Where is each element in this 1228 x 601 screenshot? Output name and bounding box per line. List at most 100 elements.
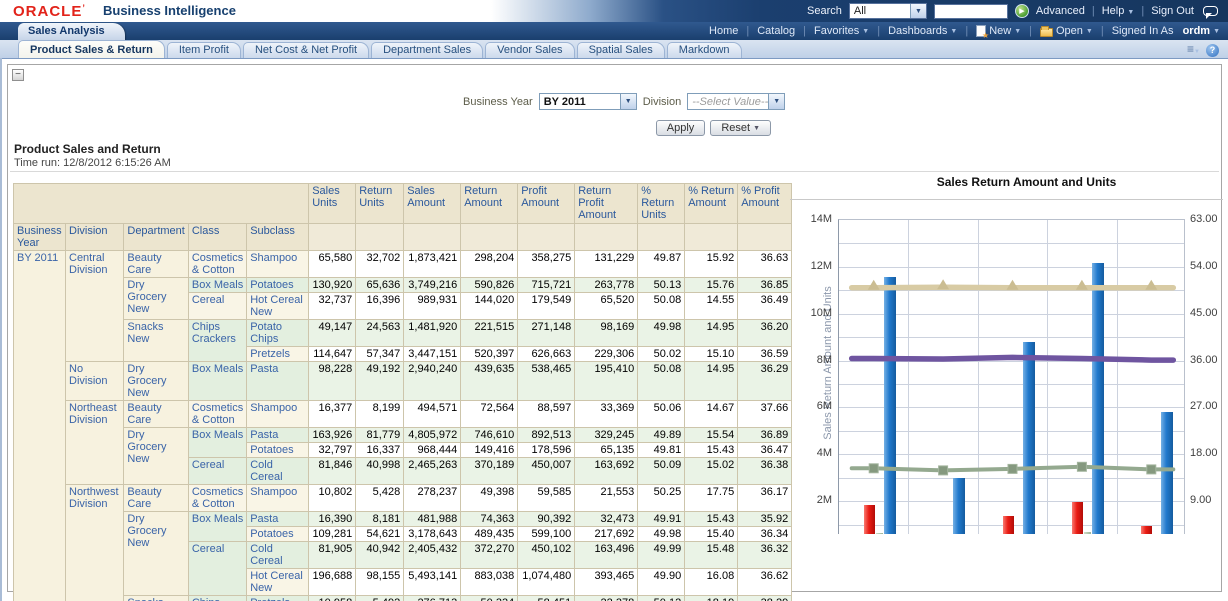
dropdown-arrow-icon[interactable]: ▼	[619, 94, 636, 109]
marker-triangle[interactable]	[1145, 279, 1158, 290]
marker-triangle[interactable]	[1006, 279, 1019, 290]
marker-square[interactable]	[1007, 463, 1018, 474]
line-return-amount[interactable]	[849, 464, 1176, 473]
marker-square[interactable]	[1076, 461, 1087, 472]
pivot-dim-cosmetics-cotton[interactable]: Cosmetics & Cotton	[187, 484, 248, 512]
pivot-dim-central-division[interactable]: Central Division	[64, 250, 125, 362]
bar-sales-amount-central-division[interactable]	[883, 276, 896, 534]
tab-spatial-sales[interactable]: Spatial Sales	[576, 42, 665, 58]
nav-link-new[interactable]: New▼	[976, 25, 1021, 40]
help-icon[interactable]: ?	[1206, 44, 1219, 57]
dashboard-brand-tab[interactable]: Sales Analysis	[18, 23, 125, 40]
pivot-dim-dry-grocery-new[interactable]: Dry Grocery New	[123, 277, 189, 320]
tab-item-profit[interactable]: Item Profit	[166, 42, 241, 58]
pivot-dim-hot-cereal-new[interactable]: Hot Cereal New	[246, 568, 310, 596]
pivot-dim-beauty-care[interactable]: Beauty Care	[123, 484, 189, 512]
pivot-dim-box-meals[interactable]: Box Meals	[187, 511, 248, 542]
reset-button[interactable]: Reset ▼	[710, 120, 771, 136]
bar-return-amount-southwest-division[interactable]	[1141, 526, 1153, 534]
nav-link-open[interactable]: Open ▼	[1040, 25, 1093, 37]
pivot-dim-dry-grocery-new[interactable]: Dry Grocery New	[123, 427, 189, 485]
row-header-subclass[interactable]: Subclass	[246, 223, 310, 251]
pivot-dim-by-2011[interactable]: BY 2011	[13, 250, 66, 601]
pivot-dim-cereal[interactable]: Cereal	[187, 292, 248, 320]
marker-triangle[interactable]	[867, 279, 880, 290]
column-header-return-amount[interactable]: % Return Amount	[684, 183, 739, 224]
pivot-dim-potato-chips[interactable]: Potato Chips	[246, 319, 310, 347]
help-menu[interactable]: Help ▼	[1102, 5, 1135, 17]
pivot-dim-pasta[interactable]: Pasta	[246, 361, 310, 401]
bar-sales-amount-southwest-division[interactable]	[1161, 411, 1174, 534]
pivot-dim-cereal[interactable]: Cereal	[187, 457, 248, 485]
pivot-dim-northwest-division[interactable]: Northwest Division	[64, 484, 125, 601]
pivot-dim-beauty-care[interactable]: Beauty Care	[123, 250, 189, 278]
column-header-sales-amount[interactable]: Sales Amount	[403, 183, 462, 224]
column-header-profit-amount[interactable]: % Profit Amount	[737, 183, 793, 224]
bar-sales-and-return-units-central-division[interactable]	[875, 533, 883, 534]
tab-department-sales[interactable]: Department Sales	[371, 42, 484, 58]
pivot-dim-cosmetics-cotton[interactable]: Cosmetics & Cotton	[187, 400, 248, 428]
pivot-dim-snacks-new[interactable]: Snacks New	[123, 595, 189, 601]
pivot-dim-no-division[interactable]: No Division	[64, 361, 125, 401]
pivot-dim-potatoes[interactable]: Potatoes	[246, 277, 310, 293]
pivot-dim-beauty-care[interactable]: Beauty Care	[123, 400, 189, 428]
pivot-dim-snacks-new[interactable]: Snacks New	[123, 319, 189, 362]
marker-square[interactable]	[868, 463, 879, 474]
pivot-dim-pretzels[interactable]: Pretzels	[246, 346, 310, 362]
search-go-icon[interactable]: ▶	[1014, 4, 1029, 18]
column-header-sales-units[interactable]: Sales Units	[308, 183, 357, 224]
apply-button[interactable]: Apply	[655, 120, 706, 136]
pivot-dim-shampoo[interactable]: Shampoo	[246, 400, 310, 428]
pivot-dim-dry-grocery-new[interactable]: Dry Grocery New	[123, 361, 189, 401]
pivot-dim-cold-cereal[interactable]: Cold Cereal	[246, 457, 310, 485]
pivot-dim-dry-grocery-new[interactable]: Dry Grocery New	[123, 511, 189, 596]
bar-sales-amount-northeast-division[interactable]	[1022, 342, 1035, 534]
marker-square[interactable]	[938, 465, 949, 476]
search-input[interactable]	[933, 3, 1008, 19]
page-options-icon[interactable]: ≡▼	[1187, 43, 1200, 58]
chat-bubble-icon[interactable]	[1203, 6, 1218, 19]
pivot-dim-northeast-division[interactable]: Northeast Division	[64, 400, 125, 485]
column-header-return-units[interactable]: % Return Units	[637, 183, 686, 224]
dropdown-arrow-icon[interactable]: ▼	[768, 94, 785, 109]
tab-vendor-sales[interactable]: Vendor Sales	[485, 42, 575, 58]
advanced-link[interactable]: Advanced	[1036, 5, 1085, 17]
marker-triangle[interactable]	[937, 279, 950, 290]
tab-net-cost-net-profit[interactable]: Net Cost & Net Profit	[242, 42, 370, 58]
column-header-return-amount[interactable]: Return Amount	[460, 183, 519, 224]
pivot-dim-chips-crackers[interactable]: Chips Crackers	[187, 595, 248, 601]
sign-out-link[interactable]: Sign Out	[1151, 5, 1194, 17]
bar-return-amount-central-division[interactable]	[863, 505, 875, 534]
nav-link-catalog[interactable]: Catalog	[757, 25, 795, 37]
tab-markdown[interactable]: Markdown	[666, 42, 742, 58]
pivot-dim-pasta[interactable]: Pasta	[246, 511, 310, 527]
tab-product-sales-return[interactable]: Product Sales & Return	[18, 40, 165, 58]
pivot-dim-shampoo[interactable]: Shampoo	[246, 250, 310, 278]
line-return-units[interactable]	[848, 284, 1177, 291]
marker-triangle[interactable]	[1075, 279, 1088, 290]
pivot-dim-pretzels[interactable]: Pretzels	[246, 595, 310, 601]
pivot-dim-cold-cereal[interactable]: Cold Cereal	[246, 541, 310, 569]
column-header-profit-amount[interactable]: Profit Amount	[517, 183, 576, 224]
row-header-department[interactable]: Department	[123, 223, 189, 251]
pivot-dim-box-meals[interactable]: Box Meals	[187, 361, 248, 401]
dropdown-arrow-icon[interactable]: ▼	[909, 4, 926, 18]
pivot-dim-cereal[interactable]: Cereal	[187, 541, 248, 596]
pivot-dim-potatoes[interactable]: Potatoes	[246, 442, 310, 458]
signed-in-as[interactable]: Signed In As ordm ▼	[1112, 25, 1220, 37]
pivot-dim-hot-cereal-new[interactable]: Hot Cereal New	[246, 292, 310, 320]
row-header-class[interactable]: Class	[187, 223, 248, 251]
pivot-dim-potatoes[interactable]: Potatoes	[246, 526, 310, 542]
bar-sales-and-return-units-northwest-division[interactable]	[1083, 532, 1091, 534]
nav-link-dashboards[interactable]: Dashboards ▼	[888, 25, 957, 37]
column-header-return-units[interactable]: Return Units	[355, 183, 405, 224]
row-header-business-year[interactable]: Business Year	[13, 223, 66, 251]
division-select[interactable]: --Select Value-- ▼	[687, 93, 786, 110]
nav-link-favorites[interactable]: Favorites ▼	[814, 25, 869, 37]
business-year-select[interactable]: BY 2011 ▼	[538, 93, 637, 110]
collapse-section-icon[interactable]: −	[12, 69, 24, 81]
pivot-dim-chips-crackers[interactable]: Chips Crackers	[187, 319, 248, 362]
pivot-dim-pasta[interactable]: Pasta	[246, 427, 310, 443]
pivot-dim-box-meals[interactable]: Box Meals	[187, 427, 248, 458]
pivot-dim-cosmetics-cotton[interactable]: Cosmetics & Cotton	[187, 250, 248, 278]
